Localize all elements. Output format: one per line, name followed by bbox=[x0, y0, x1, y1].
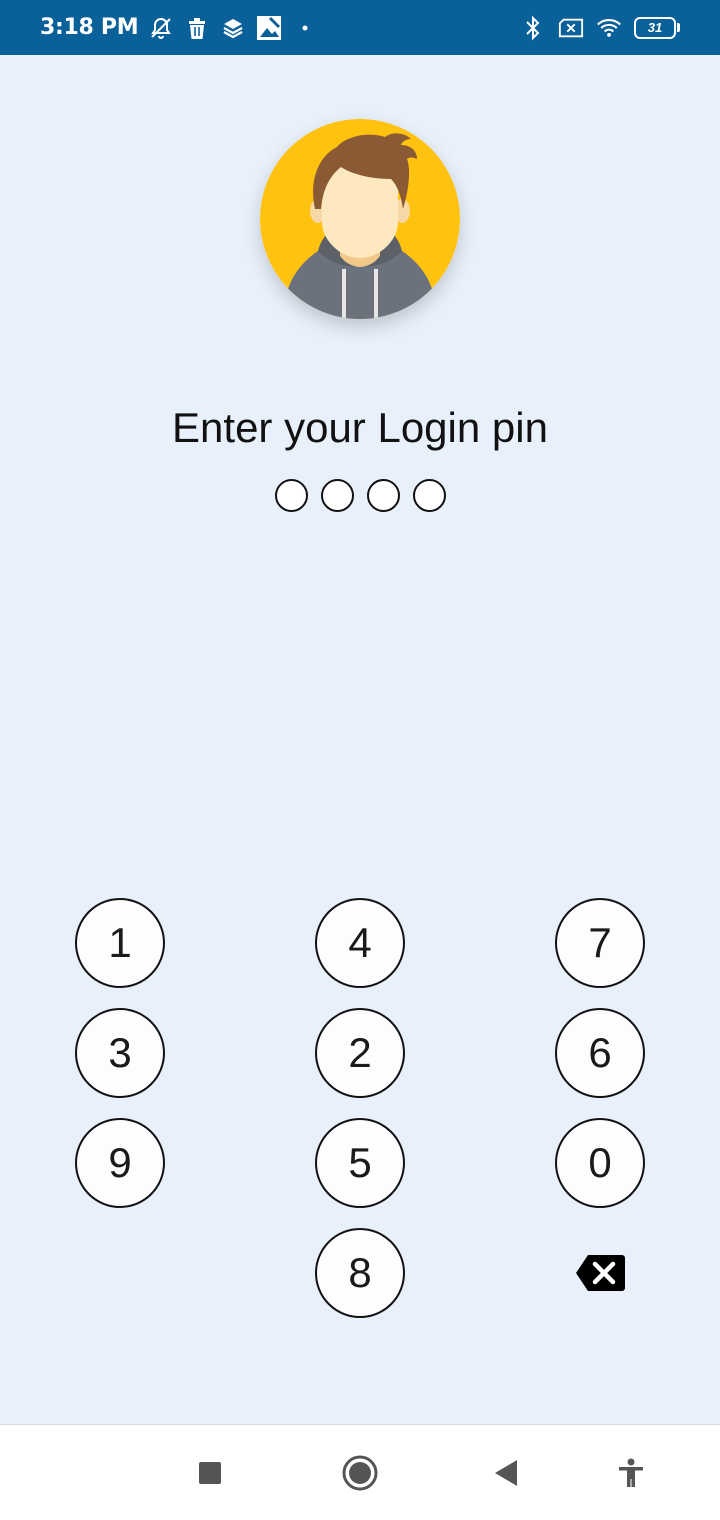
trash-icon bbox=[184, 15, 210, 41]
wifi-icon bbox=[596, 15, 622, 41]
backspace-icon bbox=[576, 1255, 625, 1291]
login-pin-title: Enter your Login pin bbox=[172, 404, 548, 451]
dot-icon bbox=[292, 15, 318, 41]
status-left-icons bbox=[148, 15, 318, 41]
key-button[interactable]: 2 bbox=[315, 1008, 405, 1098]
photo-icon bbox=[256, 15, 282, 41]
home-button[interactable] bbox=[336, 1449, 384, 1497]
status-time: 3:18 PM bbox=[40, 15, 139, 40]
pin-indicator bbox=[0, 479, 720, 512]
notifications-muted-icon bbox=[148, 15, 174, 41]
status-bar: 3:18 PM 31 bbox=[0, 0, 720, 55]
key-button[interactable]: 0 bbox=[555, 1118, 645, 1208]
accessibility-button[interactable] bbox=[607, 1449, 655, 1497]
status-right-icons: 31 bbox=[520, 15, 680, 41]
recents-button[interactable] bbox=[186, 1449, 234, 1497]
accessibility-icon bbox=[619, 1458, 643, 1487]
home-circle-icon bbox=[342, 1455, 378, 1491]
key-button[interactable]: 7 bbox=[555, 898, 645, 988]
bluetooth-icon bbox=[520, 15, 546, 41]
no-sim-icon bbox=[558, 15, 584, 41]
pin-dot bbox=[320, 479, 354, 512]
battery-level: 31 bbox=[634, 16, 676, 39]
key-button[interactable]: 6 bbox=[555, 1008, 645, 1098]
layers-icon bbox=[220, 15, 246, 41]
recents-square-icon bbox=[199, 1462, 221, 1484]
key-button[interactable]: 3 bbox=[75, 1008, 165, 1098]
user-avatar-icon bbox=[260, 119, 460, 319]
battery-indicator: 31 bbox=[634, 16, 680, 39]
battery-tip bbox=[677, 23, 680, 32]
navigation-bar bbox=[0, 1424, 720, 1520]
back-triangle-icon bbox=[495, 1460, 517, 1486]
backspace-button[interactable] bbox=[574, 1253, 626, 1293]
key-button[interactable]: 8 bbox=[315, 1228, 405, 1318]
key-button[interactable]: 9 bbox=[75, 1118, 165, 1208]
key-button[interactable]: 4 bbox=[315, 898, 405, 988]
pin-dot bbox=[274, 479, 308, 512]
pin-dot bbox=[412, 479, 446, 512]
pin-dot bbox=[366, 479, 400, 512]
back-button[interactable] bbox=[482, 1449, 530, 1497]
key-button[interactable]: 1 bbox=[75, 898, 165, 988]
key-button[interactable]: 5 bbox=[315, 1118, 405, 1208]
